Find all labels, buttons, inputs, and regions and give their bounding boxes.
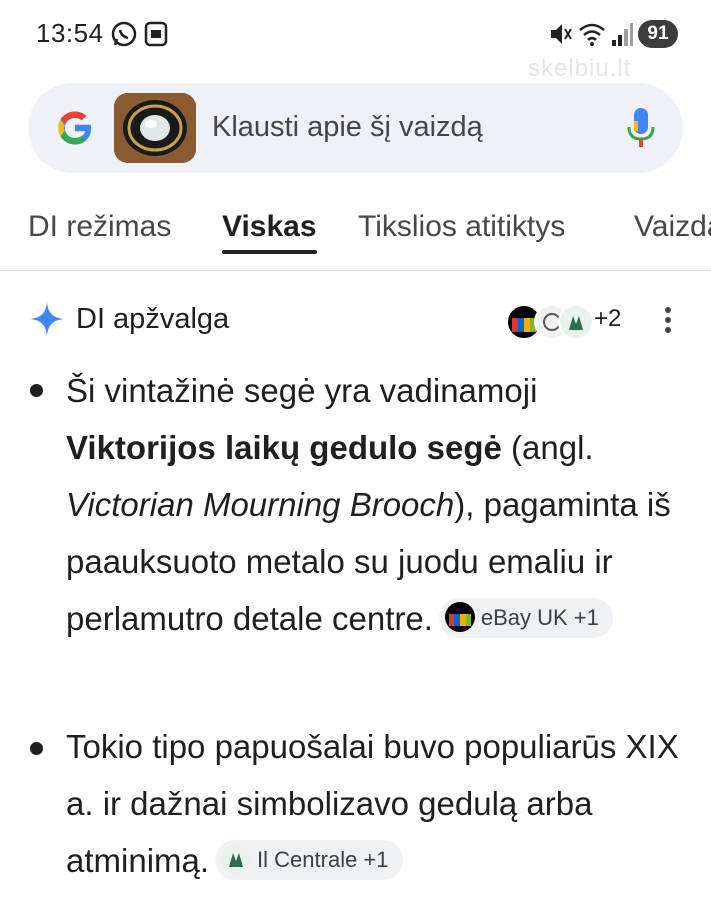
il-centrale-icon	[221, 844, 252, 875]
search-input[interactable]: Klausti apie šį vaizdą	[212, 111, 483, 144]
source-chip-ebay[interactable]: eBay UK +1	[438, 598, 613, 639]
whatsapp-icon	[111, 21, 137, 47]
google-logo	[58, 111, 93, 145]
wifi-icon	[579, 23, 605, 46]
search-bar[interactable]: Klausti apie šį vaizdą	[28, 83, 683, 173]
ebay-icon	[444, 602, 475, 633]
sparkle-icon	[30, 302, 64, 336]
tab-images[interactable]: Vaizdai	[634, 210, 711, 244]
tab-all[interactable]: Viskas	[222, 210, 317, 244]
signal-icon	[612, 23, 633, 46]
tab-exact-matches[interactable]: Tikslios atitiktys	[358, 210, 565, 244]
tab-ai-mode[interactable]: DI režimas	[28, 210, 171, 244]
ai-overview-title: DI apžvalga	[76, 303, 230, 335]
sources-more-count[interactable]: +2	[594, 305, 621, 333]
more-vert-icon[interactable]	[658, 302, 678, 338]
tab-bar: DI režimas Viskas Tikslios atitiktys Vai…	[0, 195, 711, 271]
source-avatars[interactable]	[506, 300, 596, 340]
bullet-text: Ši vintažinė segė yra vadinamoji Viktori…	[66, 372, 671, 639]
active-tab-indicator	[222, 250, 317, 254]
battery-indicator: 91	[638, 20, 678, 48]
bullet-dot	[30, 384, 43, 397]
bullet-text: Tokio tipo papuošalai buvo populiarūs XI…	[66, 728, 679, 881]
ai-overview-header: DI apžvalga +2	[0, 290, 711, 350]
mute-icon	[551, 24, 572, 44]
bullet-dot	[30, 742, 43, 755]
mic-icon[interactable]	[624, 105, 658, 151]
il-centrale-source-avatar	[558, 304, 594, 340]
status-time: 13:54	[36, 18, 104, 48]
image-thumbnail[interactable]	[114, 93, 196, 163]
watermark: skelbiu.lt	[528, 55, 632, 82]
screenshot-icon	[144, 21, 168, 47]
source-chip-il-centrale[interactable]: Il Centrale +1	[215, 840, 403, 881]
brooch-thumbnail	[114, 93, 196, 163]
